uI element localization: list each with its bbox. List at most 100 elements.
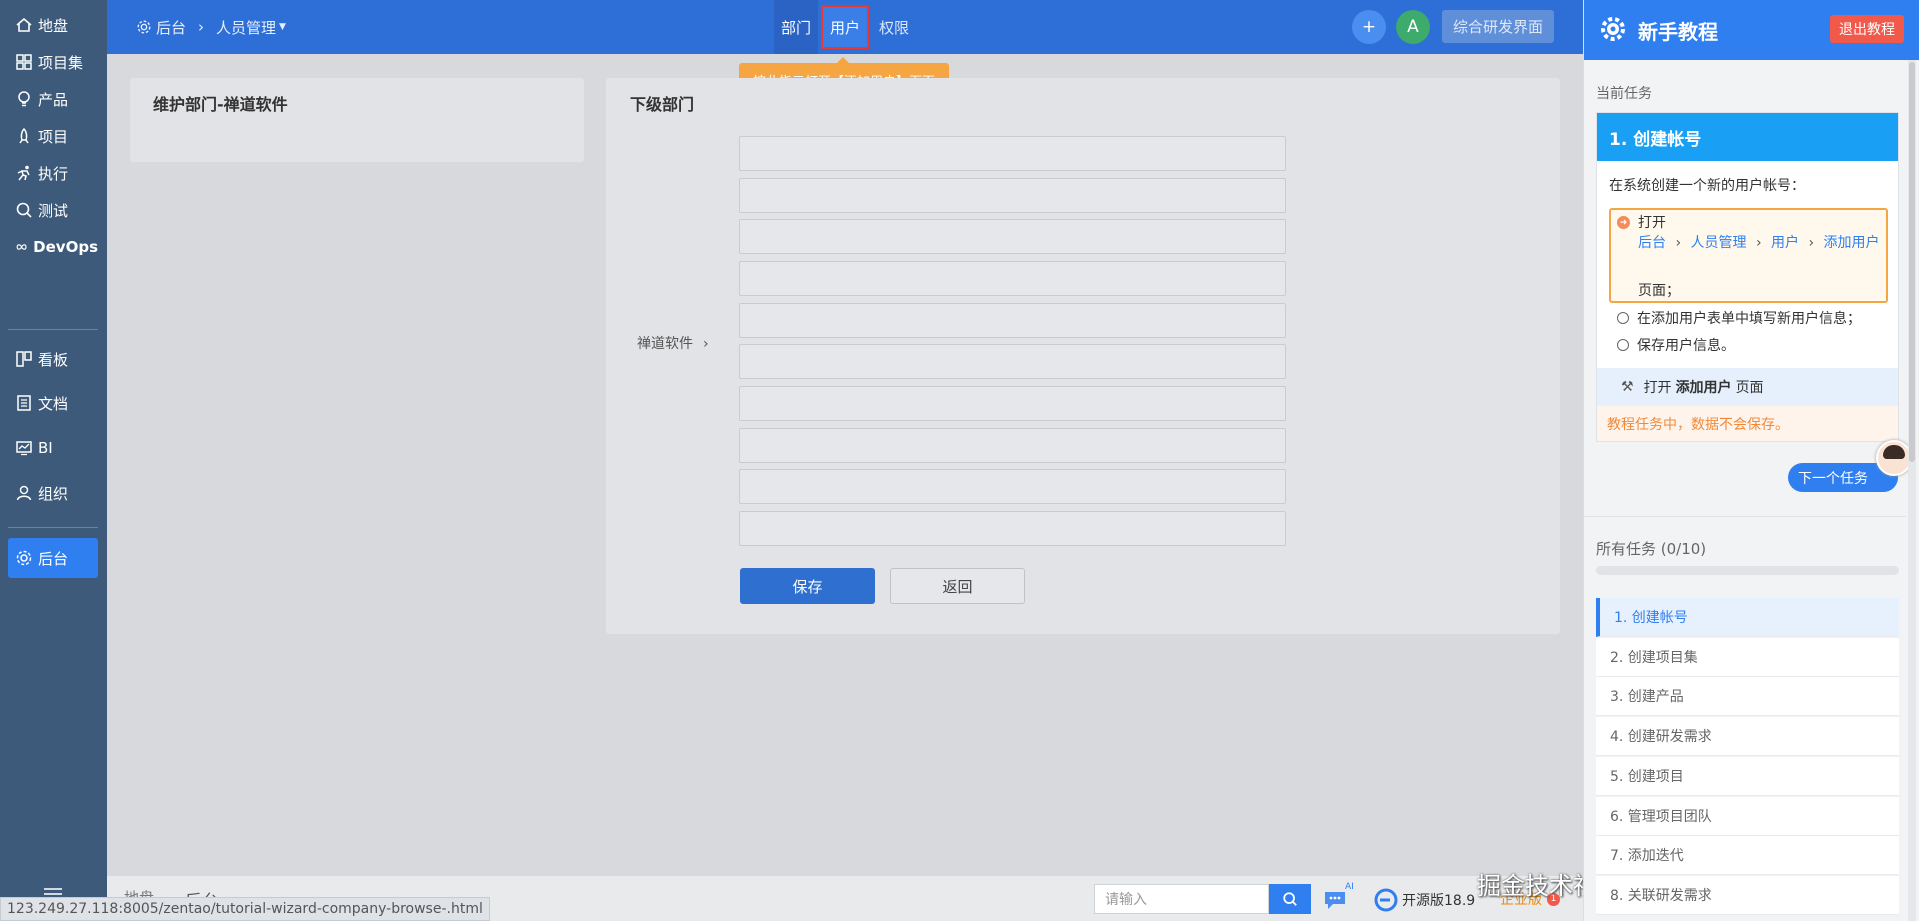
infinity-icon — [16, 244, 27, 250]
sidebar-item-label: 项目 — [38, 127, 69, 146]
sidebar-item-label: 执行 — [38, 164, 69, 183]
ai-chat-button[interactable]: AI — [1323, 882, 1357, 913]
search-input[interactable]: 请输入 — [1094, 884, 1269, 914]
task-list-label: 5. 创建项目 — [1610, 769, 1684, 785]
add-button[interactable]: + — [1352, 10, 1386, 44]
task-list-label: 6. 管理项目团队 — [1610, 809, 1712, 825]
sidebar-item-product[interactable]: 产品 — [8, 79, 98, 119]
gear-icon — [137, 20, 151, 34]
step-text: 保存用户信息。 — [1637, 338, 1735, 354]
path-segment: 人员管理 — [1690, 235, 1747, 251]
task-list-item[interactable]: 2. 创建项目集 — [1596, 638, 1899, 677]
sidebar-item-label: DevOps — [33, 238, 98, 256]
task-list-item[interactable]: 8. 关联研发需求 — [1596, 876, 1899, 915]
task-list-item-active[interactable]: 1. 创建帐号 — [1596, 598, 1899, 637]
exit-label: 退出教程 — [1839, 22, 1895, 38]
breadcrumb: 后台 › 人员管理 ▼ — [136, 0, 286, 54]
plus-icon: + — [1361, 17, 1377, 37]
chevron-right-icon: › — [1755, 235, 1762, 251]
back-button[interactable]: 返回 — [890, 568, 1025, 604]
search-icon — [1283, 892, 1297, 906]
task-step-active: ➜ 打开 后台 › 人员管理 › 用户 › 添加用户 页面； — [1609, 208, 1888, 303]
task-list-label: 4. 创建研发需求 — [1610, 729, 1712, 745]
task-list-item[interactable]: 5. 创建项目 — [1596, 757, 1899, 796]
sidebar-item-bi[interactable]: BI — [8, 428, 98, 468]
panel-title: 下级部门 — [630, 95, 695, 114]
task-list-item[interactable]: 3. 创建产品 — [1596, 677, 1899, 716]
ui-mode-switch[interactable]: 综合研发界面 — [1442, 10, 1554, 43]
dept-name-input[interactable] — [739, 344, 1286, 379]
tutorial-title: 新手教程 — [1638, 20, 1718, 44]
hint-target: 添加用户 — [1675, 380, 1732, 396]
dept-name-input[interactable] — [739, 136, 1286, 171]
save-button[interactable]: 保存 — [740, 568, 875, 604]
arrow-right-icon: ➜ — [1617, 216, 1630, 229]
parent-dept-label: 禅道软件 › — [637, 333, 709, 353]
task-list-label: 1. 创建帐号 — [1614, 610, 1688, 626]
sidebar-item-doc[interactable]: 文档 — [8, 383, 98, 423]
tab-user[interactable]: 用户 — [821, 5, 870, 49]
home-icon — [16, 17, 32, 32]
path-segment: 添加用户 — [1823, 235, 1880, 251]
dept-name-input[interactable] — [739, 469, 1286, 504]
doc-icon — [17, 395, 31, 411]
dept-name-input[interactable] — [739, 219, 1286, 254]
sidebar-item-program[interactable]: 项目集 — [8, 42, 98, 82]
step-path: 后台 › 人员管理 › 用户 › 添加用户 — [1638, 233, 1883, 253]
panel-title: 维护部门-禅道软件 — [153, 95, 288, 114]
monitor-icon — [16, 441, 32, 456]
task-list-item[interactable]: 7. 添加迭代 — [1596, 836, 1899, 875]
search-placeholder: 请输入 — [1105, 892, 1147, 908]
dept-name-input[interactable] — [739, 261, 1286, 296]
sidebar-item-label: 文档 — [38, 394, 69, 413]
user-icon — [16, 485, 32, 501]
sidebar-item-project[interactable]: 项目 — [8, 116, 98, 156]
sidebar-divider — [8, 329, 98, 330]
sidebar-item-qa[interactable]: 测试 — [8, 190, 98, 230]
tutorial-warning: 教程任务中，数据不会保存。 — [1597, 406, 1898, 441]
exit-tutorial-button[interactable]: 退出教程 — [1830, 15, 1904, 43]
search-button[interactable] — [1269, 884, 1311, 914]
chevron-right-icon: › — [703, 336, 709, 352]
sidebar-item-execution[interactable]: 执行 — [8, 153, 98, 193]
tab-department[interactable]: 部门 — [774, 0, 819, 54]
task-list-item[interactable]: 4. 创建研发需求 — [1596, 717, 1899, 756]
tab-privilege[interactable]: 权限 — [872, 0, 916, 54]
task-list-item[interactable]: 6. 管理项目团队 — [1596, 797, 1899, 836]
dept-name-input[interactable] — [739, 178, 1286, 213]
edition-info[interactable]: 开源版18.9 — [1374, 888, 1475, 912]
sidebar-item-org[interactable]: 组织 — [8, 473, 98, 513]
sidebar-item-admin[interactable]: 后台 — [8, 538, 98, 578]
parent-dept-name: 禅道软件 — [637, 336, 693, 352]
task-step: 保存用户信息。 — [1617, 335, 1735, 355]
dept-tree-panel: 维护部门-禅道软件 — [130, 78, 584, 162]
chat-icon — [1325, 892, 1345, 909]
task-title-text: 1. 创建帐号 — [1609, 129, 1702, 150]
assistant-avatar[interactable] — [1876, 440, 1912, 476]
main-sidebar: 地盘 项目集 产品 项目 执行 测试 DevOps 看板 文档 BI 组织 后台 — [0, 0, 107, 921]
sidebar-item-kanban[interactable]: 看板 — [8, 339, 98, 379]
gear-icon — [16, 550, 32, 566]
breadcrumb-current[interactable]: 人员管理 — [216, 17, 276, 38]
dept-name-input[interactable] — [739, 428, 1286, 463]
lightbulb-icon — [18, 91, 30, 107]
avatar[interactable]: A — [1396, 10, 1430, 44]
breadcrumb-root[interactable]: 后台 — [156, 17, 186, 38]
sidebar-item-label: 后台 — [38, 549, 69, 568]
chevron-down-icon[interactable]: ▼ — [279, 22, 286, 32]
tab-label: 权限 — [879, 18, 910, 37]
grid-icon — [16, 54, 32, 70]
sidebar-item-label: BI — [38, 439, 53, 457]
sidebar-item-devops[interactable]: DevOps — [8, 227, 98, 267]
current-task-label: 当前任务 — [1596, 86, 1652, 102]
task-list-label: 2. 创建项目集 — [1610, 650, 1698, 666]
dept-name-input[interactable] — [739, 511, 1286, 546]
path-segment: 用户 — [1771, 235, 1800, 251]
current-task-card: 1. 创建帐号 在系统创建一个新的用户帐号： ➜ 打开 后台 › 人员管理 › … — [1596, 112, 1899, 442]
module-tabs: 部门 用户 权限 — [774, 0, 916, 54]
tab-label: 用户 — [830, 18, 861, 37]
scrollbar-thumb[interactable] — [1909, 62, 1915, 462]
dept-name-input[interactable] — [739, 386, 1286, 421]
sidebar-item-home[interactable]: 地盘 — [8, 5, 98, 45]
dept-name-input[interactable] — [739, 303, 1286, 338]
